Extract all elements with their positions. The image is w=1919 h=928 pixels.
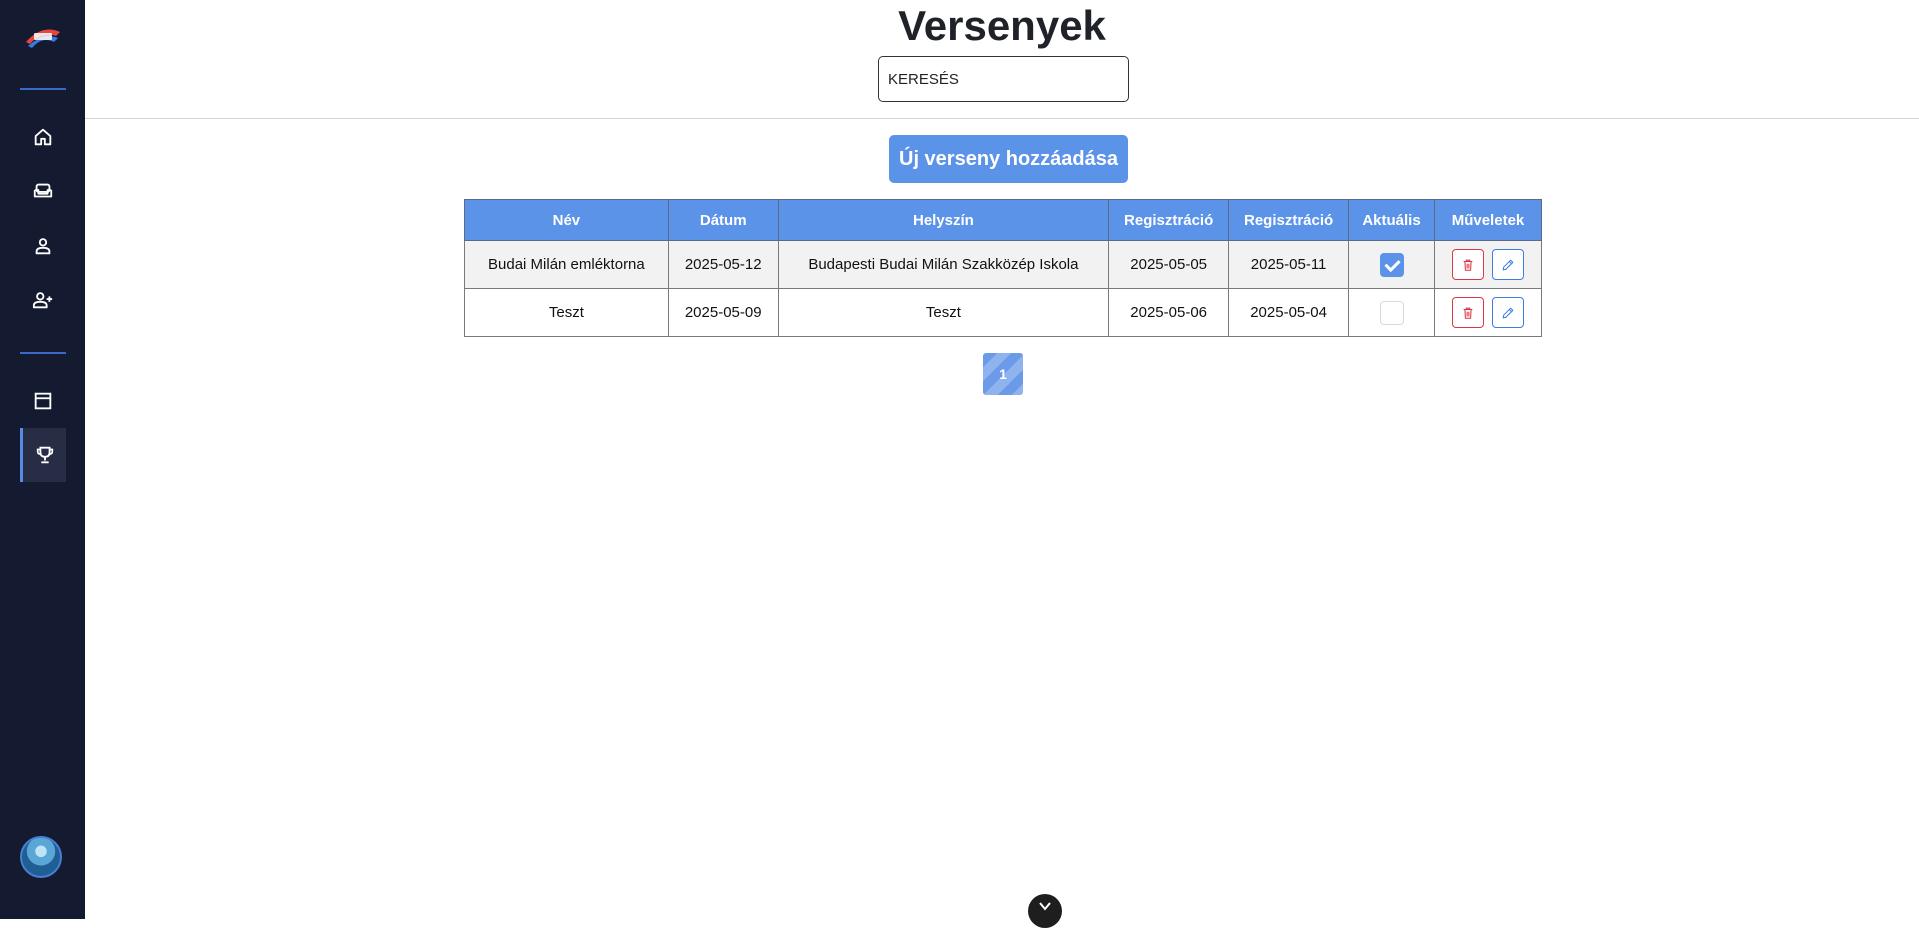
pencil-icon: [1502, 259, 1514, 270]
cell-date: 2025-05-09: [667, 288, 779, 337]
column-header-date[interactable]: Dátum: [667, 199, 779, 241]
sidebar-divider: [20, 352, 66, 354]
table-row: Budai Milán emléktorna 2025-05-12 Budape…: [464, 240, 1542, 289]
search-input[interactable]: [878, 56, 1129, 102]
page-title: Versenyek: [898, 2, 1106, 49]
home-icon: [34, 128, 52, 146]
column-header-current[interactable]: Aktuális: [1348, 199, 1435, 241]
archive-icon: [34, 392, 52, 410]
cell-registration-end: 2025-05-11: [1228, 240, 1350, 289]
sofa-icon: [33, 183, 53, 198]
table-header-row: Név Dátum Helyszín Regisztráció Regisztr…: [464, 199, 1542, 241]
cell-location: Budapesti Budai Milán Szakközép Iskola: [777, 240, 1110, 289]
edit-button[interactable]: [1492, 297, 1525, 328]
sidebar-item-add-user[interactable]: [20, 277, 66, 323]
pencil-icon: [1502, 307, 1514, 318]
user-icon: [35, 238, 51, 255]
cell-registration-start: 2025-05-05: [1108, 240, 1230, 289]
column-header-location[interactable]: Helyszín: [777, 199, 1110, 241]
cell-date: 2025-05-12: [667, 240, 779, 289]
cell-actions: [1434, 240, 1542, 289]
current-checkbox[interactable]: [1379, 300, 1404, 325]
table-row: Teszt 2025-05-09 Teszt 2025-05-06 2025-0…: [464, 288, 1542, 337]
column-header-actions: Műveletek: [1434, 199, 1542, 241]
sidebar-item-archive[interactable]: [20, 378, 66, 424]
header-divider: [85, 118, 1919, 119]
column-header-registration-end[interactable]: Regisztráció: [1228, 199, 1350, 241]
column-header-name[interactable]: Név: [464, 199, 669, 241]
main-content: Versenyek Új verseny hozzáadása Név Dátu…: [85, 0, 1919, 928]
cell-registration-start: 2025-05-06: [1108, 288, 1230, 337]
pagination-page-button[interactable]: 1: [983, 353, 1023, 395]
edit-button[interactable]: [1492, 249, 1525, 280]
cell-actions: [1434, 288, 1542, 337]
cell-current: [1348, 240, 1435, 289]
column-header-registration-start[interactable]: Regisztráció: [1108, 199, 1230, 241]
trash-icon: [1463, 307, 1473, 319]
chevron-down-icon: [1039, 902, 1051, 911]
scroll-toggle-button[interactable]: [1028, 894, 1062, 928]
sidebar-item-competitions[interactable]: [20, 428, 66, 482]
sidebar-item-user[interactable]: [20, 223, 66, 269]
user-plus-icon: [32, 292, 53, 309]
cell-name: Teszt: [464, 288, 669, 337]
avatar[interactable]: [20, 836, 62, 878]
cell-current: [1348, 288, 1435, 337]
cell-location: Teszt: [777, 288, 1110, 337]
sidebar: [0, 0, 85, 919]
current-checkbox[interactable]: [1379, 252, 1404, 277]
delete-button[interactable]: [1451, 297, 1484, 328]
sidebar-divider: [20, 88, 66, 90]
trophy-icon: [36, 446, 53, 464]
app-logo-icon[interactable]: [22, 22, 64, 52]
sidebar-item-sofa[interactable]: [20, 168, 66, 214]
competitions-table: Név Dátum Helyszín Regisztráció Regisztr…: [464, 199, 1542, 337]
add-competition-button[interactable]: Új verseny hozzáadása: [889, 135, 1128, 183]
sidebar-item-home[interactable]: [20, 114, 66, 160]
cell-name: Budai Milán emléktorna: [464, 240, 669, 289]
trash-icon: [1463, 259, 1473, 271]
cell-registration-end: 2025-05-04: [1228, 288, 1350, 337]
delete-button[interactable]: [1451, 249, 1484, 280]
